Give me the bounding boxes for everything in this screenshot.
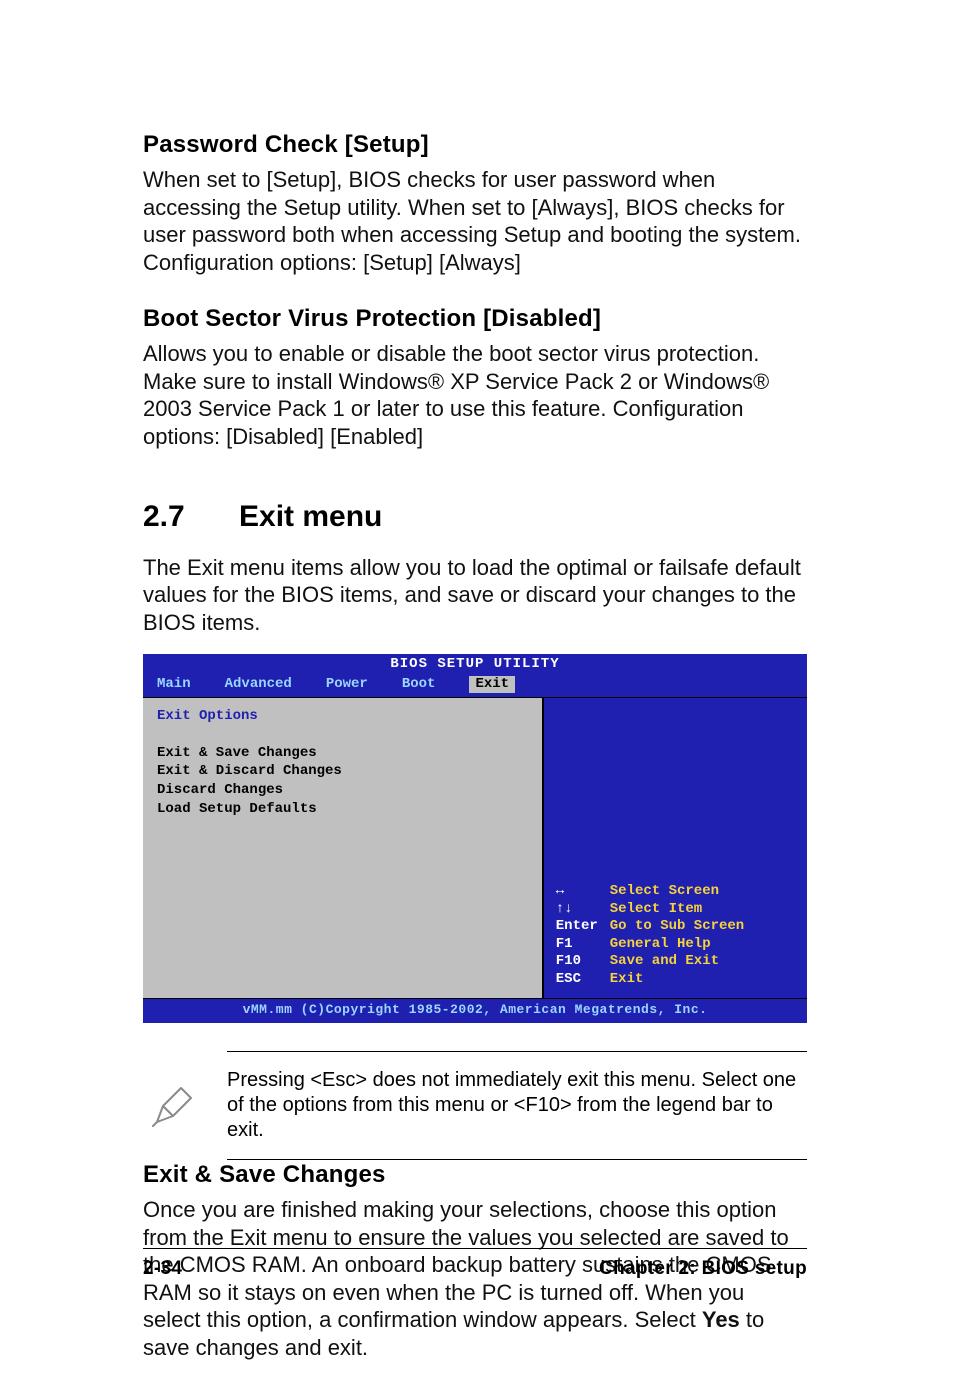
password-check-body: When set to [Setup], BIOS checks for use… [143, 166, 807, 276]
page-number: 2-34 [143, 1257, 182, 1281]
section-title: Exit menu [239, 500, 382, 533]
bios-footer: vMM.mm (C)Copyright 1985-2002, American … [143, 998, 807, 1023]
boot-sector-body: Allows you to enable or disable the boot… [143, 340, 807, 450]
legend-val: Select Screen [610, 883, 719, 901]
bios-group-title: Exit Options [157, 708, 528, 726]
bios-item: Discard Changes [157, 781, 528, 800]
bios-item: Exit & Discard Changes [157, 762, 528, 781]
legend-val: Select Item [610, 901, 702, 919]
bios-right-pane: ↔Select Screen ↑↓Select Item EnterGo to … [544, 698, 807, 998]
legend-key: ESC [556, 971, 610, 989]
legend-key: ↔ [556, 883, 610, 901]
bios-tab-boot: Boot [402, 676, 436, 694]
legend-key: ↑↓ [556, 901, 610, 919]
boot-sector-heading: Boot Sector Virus Protection [Disabled] [143, 304, 807, 334]
note-text: Pressing <Esc> does not immediately exit… [227, 1051, 807, 1160]
legend-key: F10 [556, 953, 610, 971]
bios-tab-power: Power [326, 676, 368, 694]
section-intro: The Exit menu items allow you to load th… [143, 554, 807, 637]
bios-title: BIOS SETUP UTILITY [143, 654, 807, 674]
note-block: Pressing <Esc> does not immediately exit… [143, 1051, 807, 1160]
legend-key: F1 [556, 936, 610, 954]
bios-legend: ↔Select Screen ↑↓Select Item EnterGo to … [556, 883, 795, 988]
bios-item: Load Setup Defaults [157, 800, 528, 819]
legend-val: General Help [610, 936, 711, 954]
section-heading: 2.7Exit menu [143, 498, 807, 536]
pencil-note-icon [143, 1078, 203, 1134]
bios-screenshot: BIOS SETUP UTILITY Main Advanced Power B… [143, 654, 807, 1023]
exit-save-body-bold: Yes [702, 1307, 740, 1332]
legend-val: Go to Sub Screen [610, 918, 744, 936]
bios-item: Exit & Save Changes [157, 744, 528, 763]
legend-val: Save and Exit [610, 953, 719, 971]
bios-tab-main: Main [157, 676, 191, 694]
bios-menubar: Main Advanced Power Boot Exit [143, 674, 807, 698]
chapter-label: Chapter 2: BIOS setup [599, 1257, 807, 1281]
bios-left-pane: Exit Options Exit & Save Changes Exit & … [143, 698, 544, 998]
page-footer: 2-34 Chapter 2: BIOS setup [143, 1248, 807, 1281]
legend-key: Enter [556, 918, 610, 936]
password-check-heading: Password Check [Setup] [143, 130, 807, 160]
legend-val: Exit [610, 971, 644, 989]
exit-save-heading: Exit & Save Changes [143, 1160, 807, 1190]
bios-tab-exit: Exit [469, 676, 515, 694]
bios-tab-advanced: Advanced [225, 676, 292, 694]
section-number: 2.7 [143, 498, 239, 536]
